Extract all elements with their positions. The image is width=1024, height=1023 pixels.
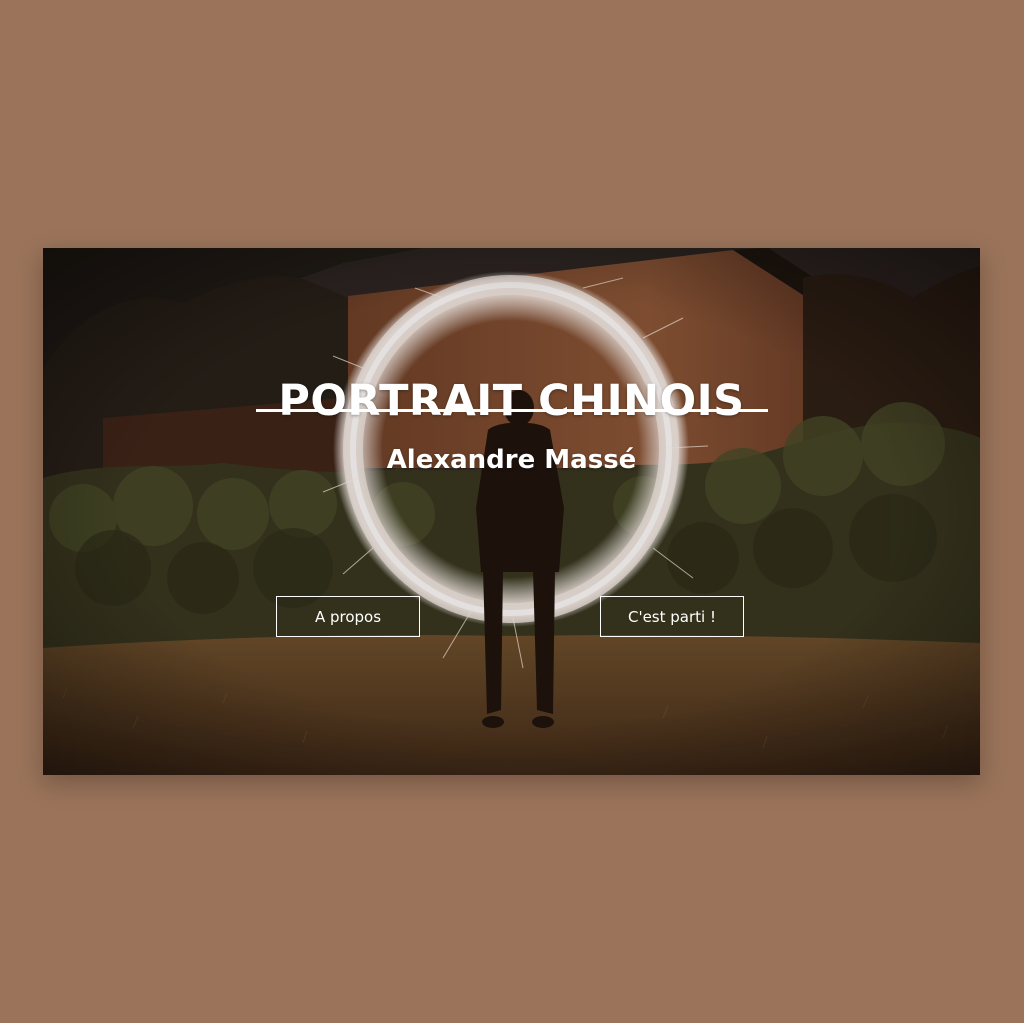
- page-title: PORTRAIT CHINOIS: [278, 375, 745, 426]
- hero-dark-overlay: [43, 248, 980, 775]
- start-button[interactable]: C'est parti !: [600, 596, 744, 637]
- about-button[interactable]: A propos: [276, 596, 420, 637]
- hero-banner: PORTRAIT CHINOIS Alexandre Massé A propo…: [43, 248, 980, 775]
- title-divider: [256, 409, 768, 412]
- page: PORTRAIT CHINOIS Alexandre Massé A propo…: [0, 0, 1024, 1023]
- author-name: Alexandre Massé: [386, 444, 637, 475]
